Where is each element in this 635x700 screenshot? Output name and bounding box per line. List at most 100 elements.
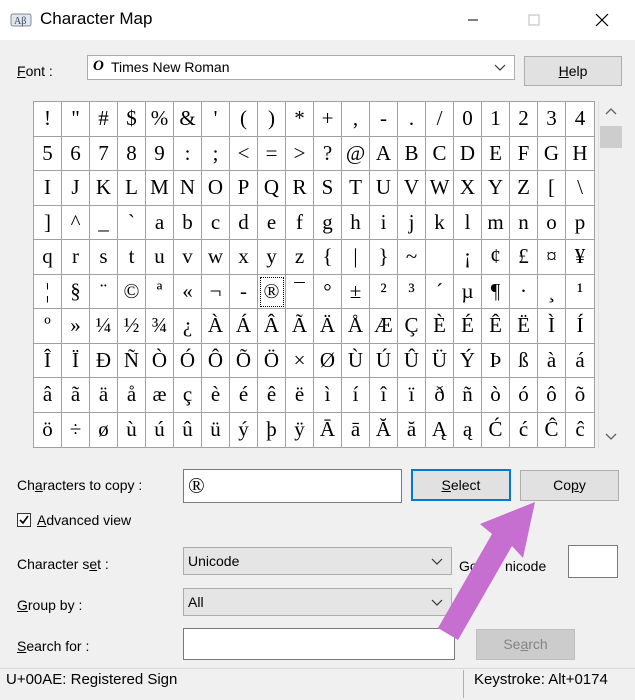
character-cell[interactable]: 5 [34, 136, 62, 171]
character-cell[interactable]: $ [118, 102, 146, 137]
character-cell[interactable]: ß [510, 343, 538, 378]
character-cell[interactable]: » [62, 309, 90, 344]
character-cell[interactable]: ą [454, 412, 482, 447]
character-cell[interactable]: ê [258, 378, 286, 413]
character-cell[interactable]: Ú [370, 343, 398, 378]
character-cell[interactable]: å [118, 378, 146, 413]
character-cell[interactable]: Ê [482, 309, 510, 344]
character-cell[interactable]: ã [62, 378, 90, 413]
character-cell[interactable]: h [342, 205, 370, 240]
character-cell[interactable]: â [34, 378, 62, 413]
character-cell[interactable]: 2 [510, 102, 538, 137]
character-cell[interactable]: ø [90, 412, 118, 447]
character-cell[interactable]: ò [482, 378, 510, 413]
character-cell[interactable]: k [426, 205, 454, 240]
character-cell[interactable]: Ā [314, 412, 342, 447]
character-cell[interactable]: ¬ [202, 274, 230, 309]
character-cell[interactable]: × [286, 343, 314, 378]
help-button[interactable]: Help [524, 56, 622, 86]
character-cell[interactable]: ³ [398, 274, 426, 309]
character-cell[interactable]: ¶ [482, 274, 510, 309]
character-cell[interactable]: \ [566, 171, 594, 206]
character-cell[interactable] [426, 240, 454, 275]
character-cell[interactable]: Ä [314, 309, 342, 344]
character-cell[interactable]: K [90, 171, 118, 206]
character-cell[interactable]: Õ [230, 343, 258, 378]
character-cell[interactable]: A [370, 136, 398, 171]
character-cell[interactable]: ~ [398, 240, 426, 275]
character-cell[interactable]: > [286, 136, 314, 171]
character-cell[interactable]: û [174, 412, 202, 447]
character-cell[interactable]: í [342, 378, 370, 413]
character-cell[interactable]: / [426, 102, 454, 137]
character-cell[interactable]: ð [426, 378, 454, 413]
character-cell[interactable]: ÷ [62, 412, 90, 447]
character-cell[interactable]: ÿ [286, 412, 314, 447]
character-cell[interactable]: ç [174, 378, 202, 413]
character-cell[interactable]: { [314, 240, 342, 275]
character-cell[interactable]: F [510, 136, 538, 171]
character-cell[interactable]: ? [314, 136, 342, 171]
character-cell[interactable]: Í [566, 309, 594, 344]
character-cell[interactable]: I [34, 171, 62, 206]
character-cell[interactable]: Ô [202, 343, 230, 378]
character-cell[interactable]: - [230, 274, 258, 309]
character-cell[interactable]: Ì [538, 309, 566, 344]
character-cell[interactable]: È [426, 309, 454, 344]
character-cell[interactable]: ¹ [566, 274, 594, 309]
character-cell[interactable]: ; [202, 136, 230, 171]
character-cell[interactable]: ì [314, 378, 342, 413]
character-cell[interactable]: · [510, 274, 538, 309]
character-cell[interactable]: ¼ [90, 309, 118, 344]
character-cell[interactable]: Ñ [118, 343, 146, 378]
character-cell[interactable]: ) [258, 102, 286, 137]
character-cell[interactable]: 4 [566, 102, 594, 137]
characters-to-copy-input[interactable]: ® [183, 469, 402, 503]
character-cell[interactable]: À [202, 309, 230, 344]
character-cell[interactable]: z [286, 240, 314, 275]
character-cell[interactable]: ñ [454, 378, 482, 413]
character-cell[interactable]: ¤ [538, 240, 566, 275]
scroll-thumb[interactable] [600, 126, 622, 148]
character-cell[interactable]: ù [118, 412, 146, 447]
character-cell[interactable]: ¦ [34, 274, 62, 309]
character-cell[interactable]: X [454, 171, 482, 206]
character-cell[interactable]: ă [398, 412, 426, 447]
character-cell[interactable]: | [342, 240, 370, 275]
character-cell[interactable]: Ö [258, 343, 286, 378]
character-cell[interactable]: u [146, 240, 174, 275]
character-cell[interactable]: ý [230, 412, 258, 447]
character-cell[interactable]: ú [146, 412, 174, 447]
character-cell[interactable]: g [314, 205, 342, 240]
character-cell[interactable]: 9 [146, 136, 174, 171]
character-cell[interactable]: Ą [426, 412, 454, 447]
character-cell[interactable]: + [314, 102, 342, 137]
character-cell[interactable]: i [370, 205, 398, 240]
character-cell[interactable]: Q [258, 171, 286, 206]
character-cell[interactable]: ü [202, 412, 230, 447]
character-cell[interactable]: ĉ [566, 412, 594, 447]
character-cell[interactable]: j [398, 205, 426, 240]
character-cell[interactable]: É [454, 309, 482, 344]
character-cell[interactable]: © [118, 274, 146, 309]
character-cell[interactable]: J [62, 171, 90, 206]
character-cell[interactable]: p [566, 205, 594, 240]
character-cell[interactable]: Å [342, 309, 370, 344]
character-cell[interactable]: ` [118, 205, 146, 240]
character-cell[interactable]: Ò [146, 343, 174, 378]
character-cell[interactable]: 3 [538, 102, 566, 137]
character-cell[interactable]: ć [510, 412, 538, 447]
character-cell[interactable]: % [146, 102, 174, 137]
search-input[interactable] [183, 628, 455, 660]
character-cell[interactable]: W [426, 171, 454, 206]
character-cell[interactable]: m [482, 205, 510, 240]
character-cell[interactable]: d [230, 205, 258, 240]
character-cell[interactable]: ö [34, 412, 62, 447]
character-cell[interactable]: Y [482, 171, 510, 206]
character-cell[interactable]: ² [370, 274, 398, 309]
character-cell[interactable]: Ý [454, 343, 482, 378]
character-cell[interactable]: t [118, 240, 146, 275]
character-cell[interactable]: 8 [118, 136, 146, 171]
character-set-dropdown[interactable]: Unicode [183, 547, 452, 575]
character-cell[interactable]: P [230, 171, 258, 206]
